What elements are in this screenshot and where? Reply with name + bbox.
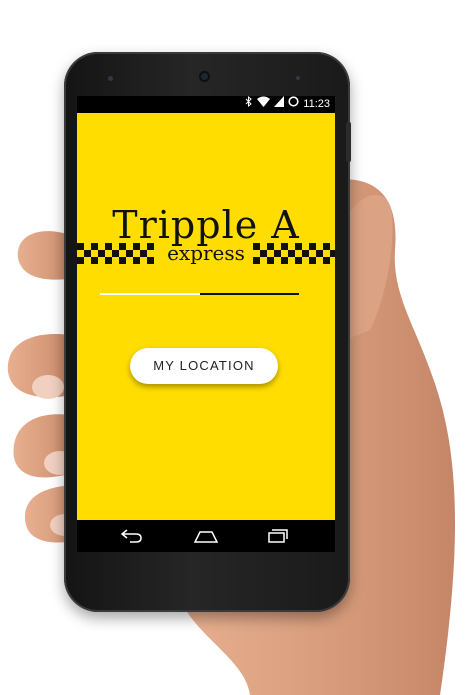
front-camera [199,71,210,82]
my-location-button[interactable]: MY LOCATION [130,348,278,384]
navigation-bar [77,520,335,552]
alarm-icon [288,96,299,113]
sensor-dot [296,76,300,80]
wifi-icon [257,96,271,113]
app-screen: Tripple A express MY LOCATION [77,113,335,520]
app-subtitle: express [167,241,245,265]
recent-apps-icon[interactable] [263,525,293,547]
bluetooth-icon [245,95,253,113]
loading-progress-fill [100,293,200,295]
home-icon[interactable] [191,525,221,547]
status-bar: 11:23 [77,95,335,113]
signal-icon [274,96,285,113]
status-time: 11:23 [303,98,330,110]
loading-progress-bar [100,293,299,295]
sensor-dot [108,76,113,81]
phone-side-button [346,122,351,162]
back-icon[interactable] [117,525,147,547]
